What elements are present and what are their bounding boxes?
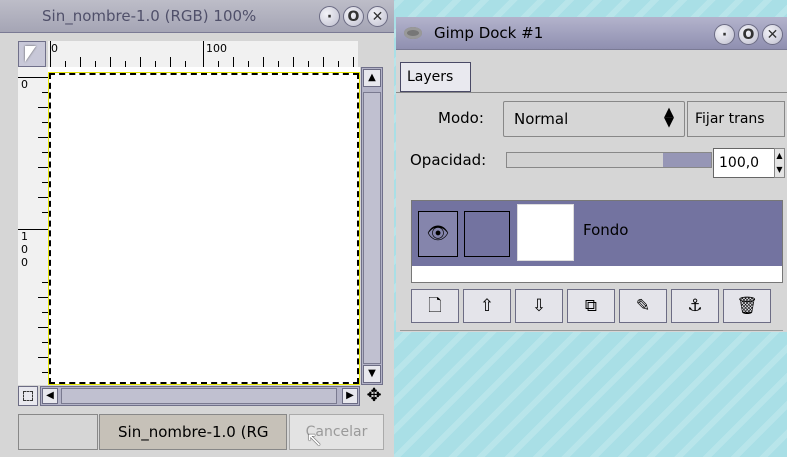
opacity-slider-handle[interactable]	[663, 153, 711, 167]
image-window: Sin_nombre-1.0 (RGB) 100% · O ✕ 0 100 0 …	[0, 0, 394, 457]
delete-layer-icon[interactable]: 🗑	[723, 289, 771, 323]
ruler-label: 0	[21, 78, 28, 91]
layer-thumbnail	[517, 204, 574, 261]
opacity-spinbox[interactable]: 100,0	[713, 148, 775, 178]
opacity-slider[interactable]	[506, 152, 712, 168]
vertical-scroll-thumb[interactable]	[363, 92, 381, 364]
layer-name: Fondo	[583, 221, 629, 239]
mouse-cursor-icon: ↖	[306, 427, 323, 451]
pointer-coords-field	[18, 414, 98, 450]
mode-select[interactable]: Normal ▲ ▼	[503, 101, 685, 137]
quickmask-toggle-icon[interactable]	[18, 386, 38, 406]
image-window-controls: · O ✕	[319, 6, 388, 27]
ruler-label: 1	[21, 230, 28, 243]
gimp-logo-icon	[404, 27, 422, 39]
vertical-ruler: 0 1 0 0	[18, 67, 49, 385]
image-window-titlebar[interactable]: Sin_nombre-1.0 (RGB) 100% · O ✕	[0, 0, 394, 33]
layer-buttons-row: 🗋 ⇧ ⇩ ⧉ ✎ ⚓ 🗑	[411, 289, 783, 323]
status-label: Sin_nombre-1.0 (RG	[99, 414, 287, 450]
tab-divider	[396, 92, 787, 93]
horizontal-scroll-thumb[interactable]	[61, 388, 337, 404]
lower-layer-icon[interactable]: ⇩	[515, 289, 563, 323]
edit-layer-icon[interactable]: ✎	[619, 289, 667, 323]
dock-window-controls: · O ✕	[714, 24, 783, 45]
vertical-scrollbar[interactable]: ▲ ▼	[361, 67, 383, 385]
horizontal-ruler: 0 100	[48, 41, 358, 68]
layer-boundary	[48, 72, 360, 385]
raise-layer-icon[interactable]: ⇧	[463, 289, 511, 323]
dock-bottom-border	[400, 330, 783, 331]
ruler-label: 0	[21, 243, 28, 256]
keep-transparency-toggle[interactable]: Fijar trans	[687, 101, 785, 137]
close-icon[interactable]: ✕	[762, 24, 783, 45]
layer-row[interactable]: 👁 Fondo	[412, 201, 782, 266]
minimize-icon[interactable]: ·	[714, 24, 735, 45]
maximize-icon[interactable]: O	[343, 6, 364, 27]
scroll-down-icon[interactable]: ▼	[363, 365, 381, 383]
image-canvas[interactable]	[48, 67, 360, 385]
updown-arrow-icon: ▲ ▼	[664, 105, 674, 130]
tab-layers[interactable]: Layers	[400, 62, 471, 92]
maximize-icon[interactable]: O	[738, 24, 759, 45]
navigate-icon[interactable]: ✥	[362, 386, 386, 406]
ruler-label: 0	[51, 42, 58, 55]
minimize-icon[interactable]: ·	[319, 6, 340, 27]
close-icon[interactable]: ✕	[367, 6, 388, 27]
opacity-label: Opacidad:	[410, 151, 487, 169]
image-menu-arrow-icon[interactable]	[18, 41, 46, 67]
layers-list[interactable]: 👁 Fondo	[411, 200, 783, 283]
duplicate-layer-icon[interactable]: ⧉	[567, 289, 615, 323]
ruler-label: 100	[206, 42, 227, 55]
mode-label: Modo:	[438, 109, 484, 127]
horizontal-scrollbar[interactable]: ◀ ▶	[40, 386, 360, 406]
dock-title: Gimp Dock #1	[434, 24, 544, 42]
anchor-layer-icon[interactable]: ⚓	[671, 289, 719, 323]
dock-titlebar[interactable]: Gimp Dock #1 · O ✕	[396, 17, 787, 50]
spin-arrows-icon[interactable]: ▲ ▼	[774, 148, 785, 178]
eye-visibility-icon[interactable]: 👁	[418, 211, 458, 257]
new-layer-icon[interactable]: 🗋	[411, 289, 459, 323]
scroll-right-icon[interactable]: ▶	[342, 388, 358, 404]
cancel-button[interactable]: Cancelar	[289, 414, 384, 450]
layer-chain-toggle[interactable]	[464, 211, 510, 257]
ruler-label: 0	[21, 256, 28, 269]
scroll-left-icon[interactable]: ◀	[42, 388, 58, 404]
image-window-title: Sin_nombre-1.0 (RGB) 100%	[42, 7, 257, 25]
mode-value: Normal	[514, 110, 569, 128]
scroll-up-icon[interactable]: ▲	[363, 69, 381, 87]
gimp-dock-window: Gimp Dock #1 · O ✕ Layers Modo: Normal ▲…	[396, 17, 787, 332]
